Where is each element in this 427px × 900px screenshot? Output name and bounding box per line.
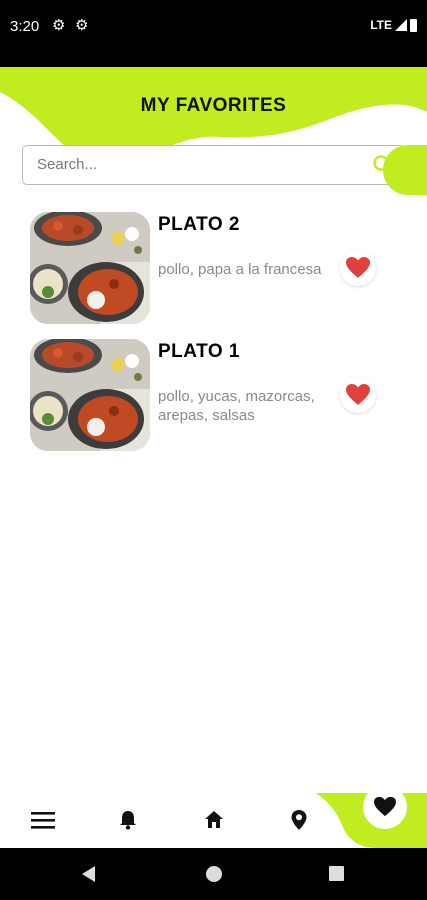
battery-icon: [410, 18, 417, 32]
system-navigation-bar: [0, 848, 427, 900]
home-button[interactable]: [199, 805, 229, 835]
header-decoration: [0, 67, 427, 169]
heart-icon: [346, 384, 370, 405]
settings-gear-icon: ⚙: [75, 17, 89, 34]
notifications-button[interactable]: [113, 805, 143, 835]
search-icon: [373, 155, 395, 177]
menu-icon: [31, 812, 55, 829]
settings-gear-icon: ⚙: [52, 17, 66, 34]
bottom-navigation: [0, 785, 427, 848]
menu-button[interactable]: [28, 805, 58, 835]
home-icon: [205, 811, 223, 828]
network-label: LTE: [370, 18, 392, 32]
search-box[interactable]: [22, 145, 405, 185]
page-title: MY FAVORITES: [140, 95, 287, 116]
status-time: 3:20: [10, 18, 40, 35]
signal-icon: [395, 19, 407, 31]
favorite-card[interactable]: PLATO 1 pollo, yucas, mazorcas, arepas, …: [30, 339, 410, 451]
dish-title: PLATO 2: [158, 214, 240, 235]
favorite-toggle-button[interactable]: [340, 250, 376, 286]
status-bar: 3:20 ⚙ ⚙ LTE: [0, 0, 427, 67]
heart-icon: [346, 257, 370, 278]
heart-icon: [374, 796, 396, 817]
dish-photo: [30, 339, 150, 451]
home-circle-icon[interactable]: [206, 866, 222, 882]
recents-icon[interactable]: [329, 866, 344, 881]
dish-description: pollo, yucas, mazorcas, arepas, salsas: [158, 388, 315, 424]
location-button[interactable]: [284, 805, 314, 835]
back-icon[interactable]: [82, 866, 95, 882]
status-right: LTE: [370, 18, 417, 32]
search-button[interactable]: [373, 145, 427, 195]
location-pin-icon: [291, 810, 307, 830]
bell-icon: [120, 811, 136, 830]
dish-title: PLATO 1: [158, 341, 240, 362]
search-input[interactable]: [35, 155, 359, 174]
favorite-card[interactable]: PLATO 2 pollo, papa a la francesa: [30, 212, 410, 324]
favorites-nav-button[interactable]: [363, 785, 407, 829]
favorite-toggle-button[interactable]: [340, 377, 376, 413]
dish-description: pollo, papa a la francesa: [158, 261, 322, 278]
dish-photo: [30, 212, 150, 324]
